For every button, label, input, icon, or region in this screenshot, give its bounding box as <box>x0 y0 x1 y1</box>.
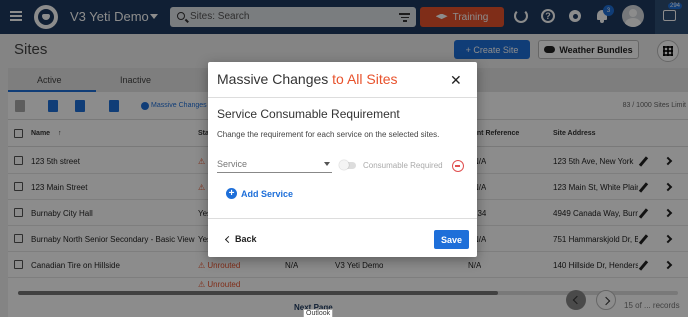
divider <box>208 97 477 98</box>
save-button[interactable]: Save <box>434 230 469 249</box>
chevron-down-icon <box>324 162 330 166</box>
service-select-placeholder: Service <box>217 159 248 169</box>
back-label: Back <box>235 234 257 244</box>
service-select[interactable]: Service <box>217 156 332 173</box>
remove-circle-icon[interactable] <box>452 160 464 172</box>
add-service-button[interactable]: + Add Service <box>226 188 293 199</box>
dialog-subtitle: Service Consumable Requirement <box>217 107 400 121</box>
dialog-title: Massive Changes to All Sites <box>217 71 398 87</box>
consumable-required-toggle[interactable] <box>339 160 356 170</box>
dialog-description: Change the requirement for each service … <box>217 130 440 139</box>
dialog-title-prefix: Massive Changes <box>217 71 329 87</box>
consumable-required-label: Consumable Required <box>363 161 443 170</box>
back-button[interactable]: Back <box>224 234 257 244</box>
divider <box>208 218 477 219</box>
outlook-tooltip: Outlook <box>303 309 334 317</box>
dialog-title-accent: to All Sites <box>332 71 398 87</box>
chevron-left-icon <box>224 235 233 243</box>
close-icon[interactable]: ✕ <box>450 72 462 89</box>
massive-changes-dialog: Massive Changes to All Sites ✕ Service C… <box>208 62 477 257</box>
add-service-label: Add Service <box>241 188 294 199</box>
plus-icon: + <box>226 188 237 199</box>
